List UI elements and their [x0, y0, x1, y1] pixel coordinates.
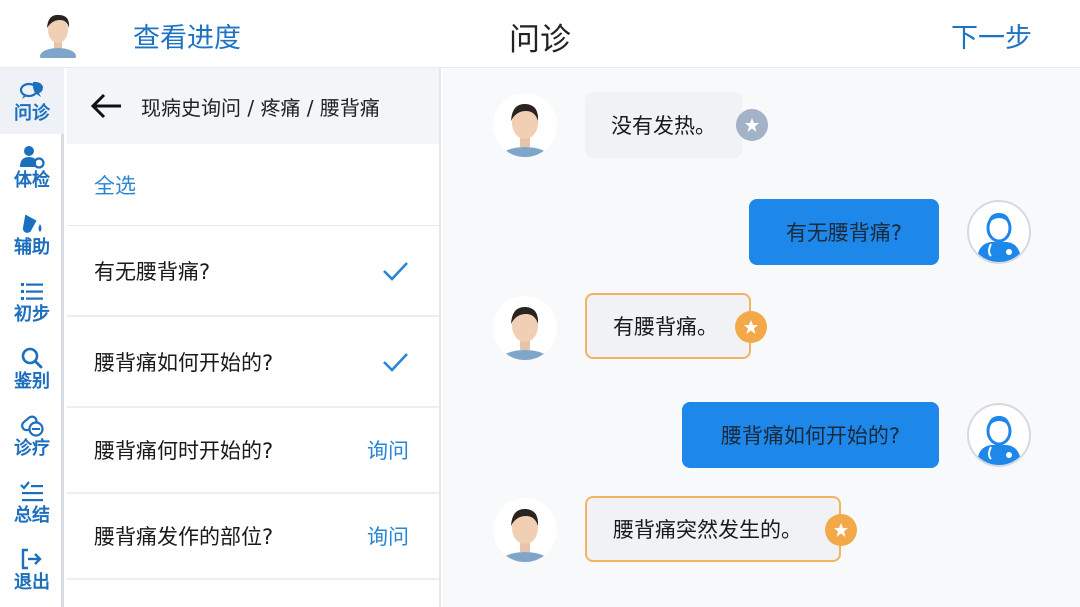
page-title: 问诊	[509, 22, 571, 58]
sidebar-item-treatment[interactable]: 诊疗	[0, 403, 64, 469]
sidebar-item-differential[interactable]: 鉴别	[0, 336, 64, 402]
sidebar-label: 体检	[14, 170, 50, 191]
question-panel: 现病史询问 / 疼痛 / 腰背痛 全选 有无腰背痛? 腰背痛如何开始的? 腰背痛…	[67, 68, 441, 607]
sidebar-item-consultation[interactable]: 问诊	[0, 68, 64, 134]
view-progress-link[interactable]: 查看进度	[133, 16, 241, 55]
star-badge[interactable]	[825, 514, 857, 546]
sidebar-label: 初步	[14, 304, 50, 325]
doctor-message: 腰背痛如何开始的?	[682, 402, 939, 468]
chat-area: 没有发热。 有无腰背痛? 有腰背痛。 腰背痛如何开始的? 腰背痛突然发生的。	[443, 68, 1080, 607]
check-icon	[383, 352, 408, 372]
question-text: 腰背痛何时开始的?	[94, 439, 274, 463]
sidebar-item-summary[interactable]: 总结	[0, 470, 64, 536]
patient-message: 有腰背痛。	[585, 293, 751, 359]
doctor-avatar	[967, 200, 1031, 264]
sidebar-label: 诊疗	[14, 438, 50, 459]
pills-icon	[21, 415, 44, 437]
sidebar-label: 辅助	[14, 237, 50, 258]
patient-avatar	[40, 14, 76, 58]
question-row[interactable]: 腰背痛如何开始的?	[67, 317, 439, 408]
patient-avatar	[493, 93, 557, 157]
patient-avatar	[493, 498, 557, 562]
sidebar-label: 退出	[14, 572, 50, 593]
patient-message: 腰背痛突然发生的。	[585, 496, 841, 562]
ask-button[interactable]: 询问	[367, 521, 409, 551]
top-bar: 查看进度 问诊 下一步	[0, 0, 1080, 68]
checklist-icon	[20, 481, 43, 502]
logout-icon	[21, 548, 42, 570]
question-row[interactable]: 有无腰背痛?	[67, 226, 439, 317]
sidebar-item-preliminary[interactable]: 初步	[0, 269, 64, 335]
star-icon	[834, 523, 848, 537]
sidebar-item-physical-exam[interactable]: 体检	[0, 135, 64, 201]
check-icon	[383, 261, 408, 281]
sidebar-label: 问诊	[14, 103, 50, 124]
star-badge[interactable]	[735, 311, 767, 343]
search-icon	[21, 347, 43, 369]
sidebar-nav: 问诊 体检 辅助 初步 鉴别 诊疗 总结 退出	[0, 68, 64, 607]
lab-flask-icon	[22, 214, 42, 233]
list-icon	[21, 283, 43, 300]
patient-avatar	[493, 296, 557, 360]
breadcrumb: 现病史询问 / 疼痛 / 腰背痛	[141, 95, 380, 120]
star-badge[interactable]	[736, 109, 768, 141]
question-text: 腰背痛如何开始的?	[94, 350, 274, 375]
sidebar-item-auxiliary[interactable]: 辅助	[0, 202, 64, 268]
question-text: 有无腰背痛?	[94, 259, 211, 284]
ask-button[interactable]: 询问	[367, 435, 409, 465]
sidebar-label: 总结	[14, 505, 50, 526]
sidebar-item-logout[interactable]: 退出	[0, 537, 64, 603]
question-row: 腰背痛发作的部位? 询问	[67, 494, 439, 580]
star-icon	[744, 320, 758, 334]
back-arrow-icon[interactable]	[89, 92, 125, 120]
star-icon	[745, 118, 759, 132]
question-row: 腰背痛何时开始的? 询问	[67, 408, 439, 494]
question-text: 腰背痛发作的部位?	[94, 525, 274, 549]
next-step-button[interactable]: 下一步	[951, 16, 1032, 55]
chat-bubbles-icon	[19, 81, 43, 99]
panel-header: 现病史询问 / 疼痛 / 腰背痛	[67, 68, 439, 144]
user-stethoscope-icon	[20, 146, 45, 169]
select-all-button[interactable]: 全选	[67, 144, 439, 226]
patient-message: 没有发热。	[585, 92, 742, 158]
doctor-message: 有无腰背痛?	[749, 199, 939, 265]
doctor-avatar	[967, 403, 1031, 467]
sidebar-label: 鉴别	[14, 371, 50, 392]
